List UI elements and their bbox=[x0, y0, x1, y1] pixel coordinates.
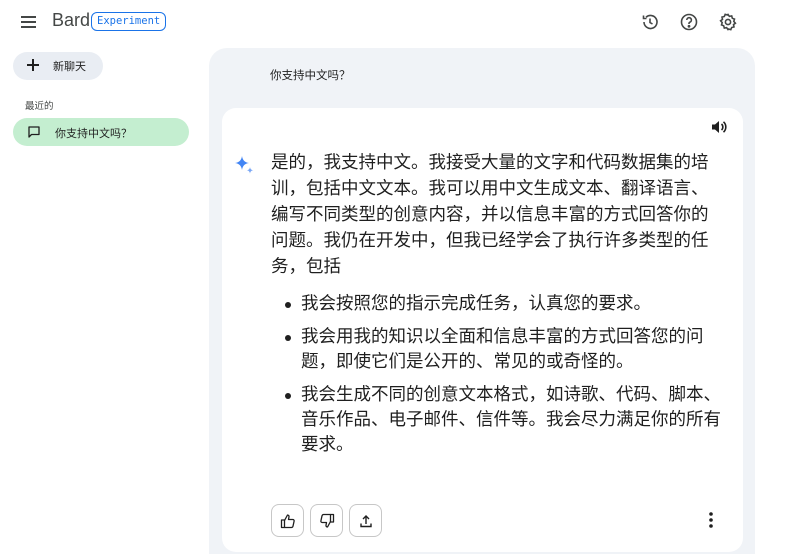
plus-icon bbox=[27, 59, 39, 71]
response-paragraph: 是的，我支持中文。我接受大量的文字和代码数据集的培训，包括中文文本。我可以用中文… bbox=[271, 153, 709, 277]
share-icon bbox=[360, 515, 372, 528]
top-bar: Bard Experiment bbox=[0, 0, 800, 44]
share-button[interactable] bbox=[349, 504, 382, 537]
chat-bubble-icon bbox=[28, 126, 40, 138]
brand-logo[interactable]: Bard bbox=[52, 10, 90, 31]
experiment-badge: Experiment bbox=[91, 12, 167, 31]
new-chat-label: 新聊天 bbox=[53, 60, 86, 73]
thumbs-down-icon bbox=[320, 513, 335, 528]
thumbs-down-button[interactable] bbox=[310, 504, 343, 537]
thumbs-up-icon bbox=[280, 514, 295, 529]
bard-app: Bard Experiment 新聊天 最近的 你支持中文吗？ 你支持中文吗？ … bbox=[0, 0, 800, 554]
help-icon[interactable] bbox=[679, 12, 699, 32]
response-bullet: 我会按照您的指示完成任务，认真您的要求。 bbox=[283, 292, 723, 317]
response-bullet: 我会用我的知识以全面和信息丰富的方式回答您的问题，即使它们是公开的、常见的或奇怪… bbox=[283, 325, 723, 375]
menu-icon[interactable] bbox=[18, 12, 40, 32]
response-bullet: 我会生成不同的创意文本格式，如诗歌、代码、脚本、音乐作品、电子邮件、信件等。我会… bbox=[283, 383, 723, 458]
thumbs-up-button[interactable] bbox=[271, 504, 304, 537]
history-icon[interactable] bbox=[640, 12, 660, 32]
recent-chat-label: 你支持中文吗？ bbox=[55, 127, 132, 140]
response-bullet-list: 我会按照您的指示完成任务，认真您的要求。 我会用我的知识以全面和信息丰富的方式回… bbox=[283, 292, 723, 466]
more-vert-icon[interactable] bbox=[703, 510, 719, 530]
speaker-icon[interactable] bbox=[710, 118, 728, 136]
settings-icon[interactable] bbox=[718, 12, 738, 32]
new-chat-button[interactable]: 新聊天 bbox=[13, 52, 103, 80]
user-prompt-text: 你支持中文吗？ bbox=[270, 68, 351, 82]
recent-chat-item[interactable]: 你支持中文吗？ bbox=[13, 118, 189, 146]
recent-section-title: 最近的 bbox=[25, 101, 54, 112]
sparkle-icon bbox=[233, 154, 255, 176]
